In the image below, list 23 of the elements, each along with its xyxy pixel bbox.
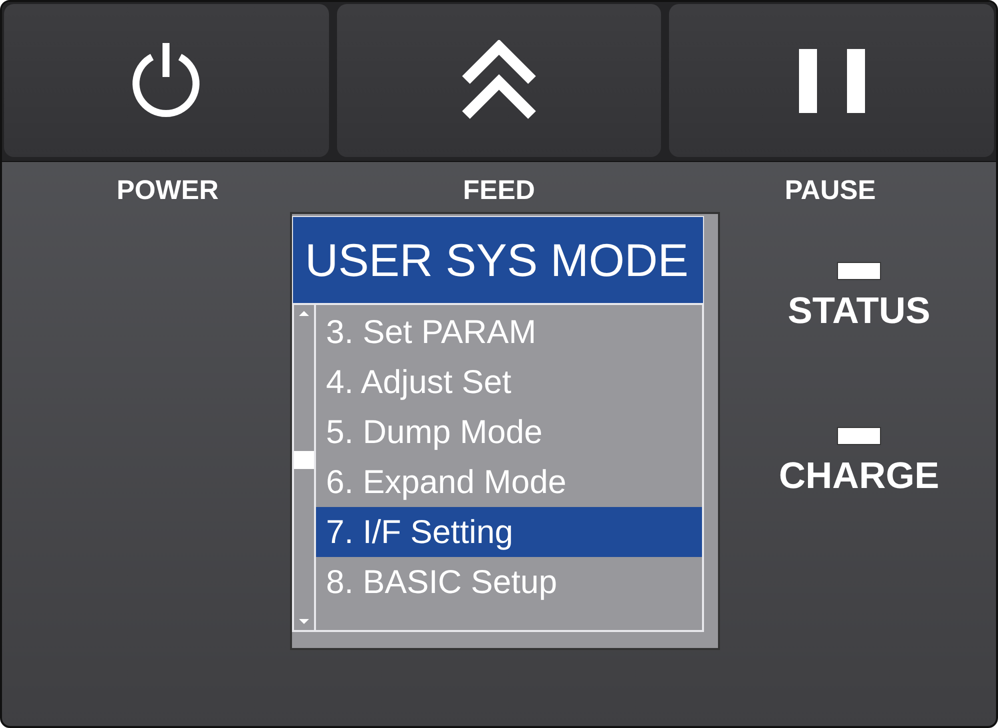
button-label: FEED [462, 174, 536, 206]
pause-button[interactable] [669, 4, 994, 157]
scroll-thumb[interactable] [294, 451, 314, 469]
menu-item[interactable]: 5. Dump Mode [316, 407, 702, 457]
double-chevron-up-icon [461, 40, 537, 122]
pause-icon [798, 48, 865, 112]
scrollbar[interactable] [294, 305, 316, 630]
menu-item[interactable]: 8. BASIC Setup [316, 557, 702, 607]
feed-button[interactable] [336, 4, 662, 157]
button-label: POWER [116, 174, 220, 206]
menu-item[interactable]: 7. I/F Setting [316, 507, 702, 557]
button-label: PAUSE [784, 174, 877, 206]
power-button[interactable] [4, 4, 329, 157]
indicator-light [836, 262, 881, 280]
indicator-label: STATUS [788, 290, 930, 332]
screen-title: USER SYS MODE [292, 216, 704, 305]
scroll-up-icon[interactable] [298, 309, 310, 317]
scroll-down-icon[interactable] [298, 618, 310, 626]
menu-item[interactable]: 6. Expand Mode [316, 457, 702, 507]
menu-item[interactable]: 4. Adjust Set [316, 357, 702, 407]
menu-item[interactable]: 3. Set PARAM [316, 307, 702, 357]
indicator-light [837, 427, 881, 445]
indicator-label: CHARGE [778, 455, 940, 497]
